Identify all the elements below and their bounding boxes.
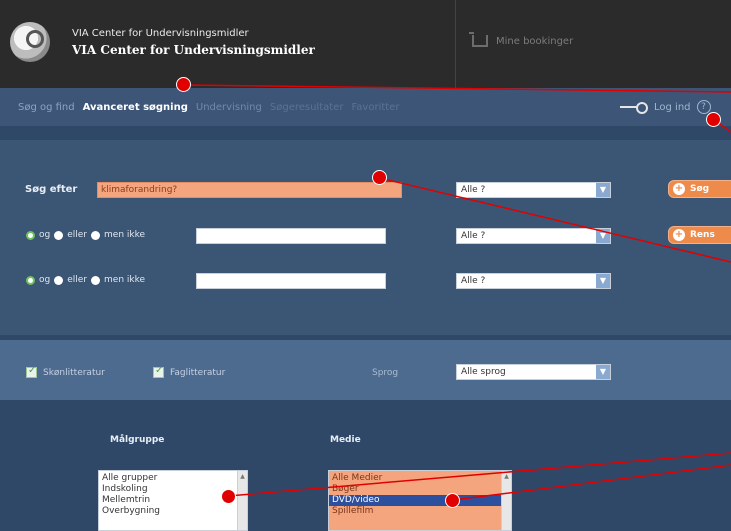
radio-or-2[interactable] [54,230,64,240]
nonfiction-label: Faglitteratur [170,367,226,378]
list-item[interactable]: Overbygning [102,506,244,517]
fiction-checkbox[interactable]: Skønlitteratur [26,365,105,378]
target-group-header: Målgruppe [110,435,165,445]
nav-search-results[interactable]: Søgeresultater [270,102,344,113]
advanced-search-panel: Søg efter klimaforandring? Alle ? ▼ + Sø… [0,140,731,335]
nav-favorites[interactable]: Favoritter [351,102,399,113]
field-select-1[interactable]: Alle ? ▼ [456,182,611,198]
operator-row-3: og eller men ikke [26,275,145,285]
operator-row-2: og eller men ikke [26,230,145,240]
annotation-dot [372,170,387,185]
radio-not-label: men ikke [104,275,146,285]
search-button-label: Søg [690,184,710,194]
list-item[interactable]: Alle grupper [102,473,244,484]
login-link[interactable]: Log ind ? [620,100,711,114]
checkbox-checked-icon [153,365,164,378]
media-header: Medie [330,435,361,445]
annotation-dot [445,493,460,508]
radio-or-label: eller [67,275,88,285]
radio-not-2[interactable] [91,230,101,240]
help-icon[interactable]: ? [696,100,711,114]
nav-search-and-find[interactable]: Søg og find [18,102,75,113]
magnifier-icon [26,30,44,48]
reset-button-label: Rens [690,230,715,240]
radio-and-3[interactable] [26,275,35,285]
language-select-value: Alle sprog [461,367,506,377]
login-label: Log ind [654,101,691,113]
plus-icon: + [673,183,685,195]
cart-icon [469,32,488,47]
bookings-label: Mine bookinger [496,35,574,47]
search-button[interactable]: + Søg [668,180,731,198]
field-select-3-value: Alle ? [461,276,486,286]
checkbox-checked-icon [26,365,37,378]
media-listbox[interactable]: Alle Medier Bøger DVD/video Spillefilm ▲ [328,470,512,531]
category-section: Målgruppe Medie Alle grupper Indskoling … [0,400,731,531]
radio-and-2[interactable] [26,230,35,240]
nav-teaching[interactable]: Undervisning [196,102,262,113]
field-select-1-value: Alle ? [461,185,486,195]
radio-and-label: og [39,275,51,285]
via-logo-icon[interactable] [10,22,50,62]
chevron-down-icon: ▼ [596,183,610,197]
scrollbar[interactable]: ▲ [237,471,247,530]
field-select-3[interactable]: Alle ? ▼ [456,273,611,289]
list-item[interactable]: Alle Medier [332,473,508,484]
nav-advanced-search[interactable]: Avanceret søgning [83,102,188,113]
annotation-dot [221,489,236,504]
reset-button[interactable]: + Rens [668,226,731,244]
field-select-2-value: Alle ? [461,231,486,241]
search-input-2[interactable] [196,228,386,244]
field-select-2[interactable]: Alle ? ▼ [456,228,611,244]
fiction-label: Skønlitteratur [43,367,105,378]
language-label: Sprog [372,368,399,378]
brand-subtitle: VIA Center for Undervisningsmidler [72,28,249,39]
language-select[interactable]: Alle sprog ▼ [456,364,611,380]
filter-band: Skønlitteratur Faglitteratur Sprog Alle … [0,340,731,400]
header-divider [455,0,456,88]
radio-not-label: men ikke [104,230,146,240]
radio-or-3[interactable] [54,275,64,285]
site-header: VIA Center for Undervisningsmidler VIA C… [0,0,731,88]
main-nav: Søg og find Avanceret søgning Undervisni… [0,88,731,126]
list-item[interactable]: Spillefilm [332,506,508,517]
list-item-selected[interactable]: DVD/video [329,495,511,506]
annotation-dot [706,112,721,127]
scrollbar[interactable]: ▲ [501,471,511,530]
nonfiction-checkbox[interactable]: Faglitteratur [153,365,226,378]
plus-icon: + [673,229,685,241]
chevron-down-icon: ▼ [596,274,610,288]
search-input-3[interactable] [196,273,386,289]
search-label: Søg efter [25,184,78,195]
chevron-down-icon: ▼ [596,229,610,243]
search-input-primary[interactable]: klimaforandring? [97,182,402,198]
radio-or-label: eller [67,230,88,240]
radio-not-3[interactable] [91,275,101,285]
chevron-down-icon: ▼ [596,365,610,379]
radio-and-label: og [39,230,51,240]
key-icon [620,102,648,114]
brand-title[interactable]: VIA Center for Undervisningsmidler [72,43,315,57]
annotation-dot [176,77,191,92]
list-item[interactable]: Bøger [332,484,508,495]
my-bookings-link[interactable]: Mine bookinger [469,32,574,47]
